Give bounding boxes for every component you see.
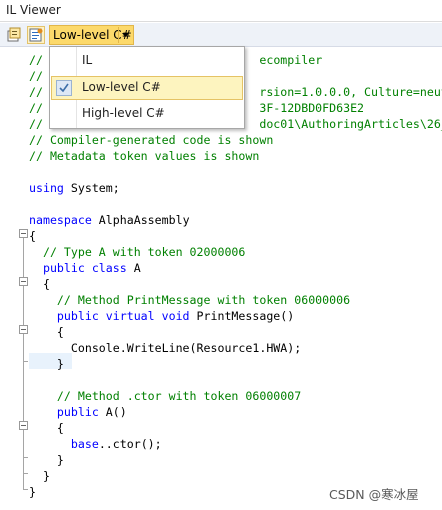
- show-tooltips-icon: [7, 27, 21, 42]
- code-line: // Method .ctor with token 06000007: [29, 388, 301, 404]
- combo-dropdown-button[interactable]: [118, 27, 132, 43]
- code-line: public class A: [29, 260, 141, 276]
- code-line: namespace AlphaAssembly: [29, 212, 190, 228]
- toolbar: Low-level C#: [0, 23, 442, 47]
- code-token: System;: [63, 181, 120, 195]
- code-token: public virtual void: [29, 309, 190, 323]
- code-token: // Method PrintMessage with token 060000…: [29, 293, 351, 307]
- code-token: // Method .ctor with token 06000007: [29, 389, 302, 403]
- code-token: // Type A with token 02000006: [29, 245, 246, 259]
- code-token: {: [29, 229, 36, 243]
- code-line: }: [29, 484, 36, 500]
- code-token: base: [70, 437, 99, 451]
- code-token: A(): [98, 405, 127, 419]
- fold-guide: [23, 457, 24, 473]
- code-token: }: [29, 453, 64, 467]
- view-mode-menu: IL Low-level C# High-level C#: [49, 46, 245, 129]
- code-line: public A(): [29, 404, 127, 420]
- view-mode-combo[interactable]: Low-level C#: [49, 25, 134, 45]
- code-token: AlphaAssembly: [91, 213, 190, 227]
- fold-guide-end: [23, 489, 28, 490]
- code-line: // Type A with token 02000006: [29, 244, 245, 260]
- fold-toggle-icon[interactable]: [19, 421, 28, 430]
- show-tooltips-button[interactable]: [5, 26, 23, 44]
- code-token: // Compiler-generated code is shown: [29, 133, 274, 147]
- fold-guide: [23, 286, 24, 325]
- fold-toggle-icon[interactable]: [19, 325, 28, 334]
- window-title: IL Viewer: [6, 3, 61, 17]
- title-bar: IL Viewer: [0, 0, 442, 22]
- fold-toggle-icon[interactable]: [19, 229, 28, 238]
- code-line: {: [29, 420, 64, 436]
- fold-guide: [23, 473, 24, 489]
- code-token: namespace: [29, 213, 92, 227]
- show-metadata-button[interactable]: [27, 26, 45, 44]
- code-token: }: [29, 469, 50, 483]
- menu-item-il[interactable]: IL: [51, 49, 243, 73]
- fold-guide: [23, 334, 24, 361]
- code-line: // Metadata token values is shown: [29, 148, 259, 164]
- code-token: // Metadata token values is shown: [29, 149, 260, 163]
- code-line: using System;: [29, 180, 120, 196]
- code-line: //: [29, 68, 43, 84]
- code-line: }: [29, 452, 64, 468]
- code-token: }: [29, 357, 64, 371]
- menu-item-label: Low-level C#: [82, 80, 161, 94]
- code-line: base..ctor();: [29, 436, 162, 452]
- code-token: {: [29, 277, 50, 291]
- menu-item-low-level-csharp[interactable]: Low-level C#: [51, 76, 243, 100]
- fold-guide: [23, 238, 24, 277]
- code-line: // Compiler-generated code is shown: [29, 132, 273, 148]
- fold-guide: [23, 430, 24, 457]
- code-line: {: [29, 276, 50, 292]
- fold-toggle-icon[interactable]: [19, 277, 28, 286]
- code-line: Console.WriteLine(Resource1.HWA);: [29, 340, 301, 356]
- code-token: {: [29, 421, 64, 435]
- code-token: }: [29, 485, 36, 499]
- code-token: PrintMessage(): [189, 309, 295, 323]
- code-line: {: [29, 228, 36, 244]
- code-token: A: [126, 261, 141, 275]
- code-line: }: [29, 356, 64, 372]
- show-metadata-icon: [29, 28, 43, 42]
- code-line: }: [29, 468, 50, 484]
- fold-guide: [23, 361, 24, 421]
- menu-item-high-level-csharp[interactable]: High-level C#: [51, 102, 243, 126]
- code-token: public: [29, 405, 99, 419]
- code-line: // Method PrintMessage with token 060000…: [29, 292, 350, 308]
- code-token: //: [29, 69, 43, 83]
- code-token: ..ctor();: [98, 437, 162, 451]
- code-token: Console.WriteLine(Resource1.HWA);: [29, 341, 302, 355]
- code-token: //: [29, 53, 50, 67]
- code-line: public virtual void PrintMessage(): [29, 308, 294, 324]
- menu-item-label: IL: [82, 53, 93, 67]
- code-token: public class: [29, 261, 127, 275]
- chevron-down-icon: [122, 33, 129, 37]
- watermark: CSDN @寒冰屋: [329, 487, 419, 502]
- code-token: {: [29, 325, 64, 339]
- menu-item-label: High-level C#: [82, 106, 165, 120]
- checkmark-icon: [56, 80, 72, 96]
- code-line: {: [29, 324, 64, 340]
- code-token: using: [29, 181, 64, 195]
